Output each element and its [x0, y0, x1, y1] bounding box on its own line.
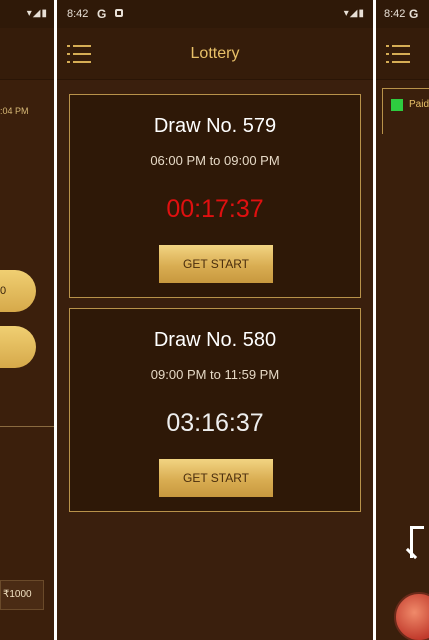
avatar[interactable]: [394, 592, 429, 640]
signal-battery-icons: ▾◢▮: [26, 8, 48, 19]
amount-label[interactable]: ₹1000: [0, 580, 44, 610]
draw-title: Draw No. 579: [153, 115, 277, 137]
countdown-timer: 00:17:37: [166, 195, 264, 223]
app-bar: Lottery: [57, 28, 373, 80]
status-bar: 8:42 G ▾◢▮: [57, 0, 373, 28]
get-start-button[interactable]: GET START: [159, 459, 273, 497]
lottery-screen: 8:42 G ▾◢▮ Lottery Draw No. 579 06:00 PM…: [57, 0, 373, 640]
page-title: Lottery: [190, 45, 240, 62]
status-card: Paid: [382, 88, 429, 134]
draw-card: Draw No. 580 09:00 PM to 11:59 PM 03:16:…: [69, 308, 361, 512]
draw-card: Draw No. 579 06:00 PM to 09:00 PM 00:17:…: [69, 94, 361, 298]
status-time: 8:42: [384, 8, 406, 20]
notification-icon: [115, 9, 123, 17]
google-icon: G: [97, 7, 107, 21]
google-icon: G: [409, 7, 419, 21]
left-screen: ▾◢▮ :04 PM 0 ₹1000: [0, 0, 54, 640]
paid-status-icon: [391, 99, 403, 111]
menu-icon[interactable]: [386, 44, 410, 64]
swap-arrow-icon[interactable]: [405, 522, 429, 566]
right-screen: 8:42 G Paid: [376, 0, 429, 640]
divider: [0, 426, 54, 427]
app-bar: [376, 28, 429, 80]
countdown-timer: 03:16:37: [166, 409, 264, 437]
paid-label: Paid: [409, 99, 429, 110]
draw-time-range: 09:00 PM to 11:59 PM: [150, 367, 280, 382]
time-text: :04 PM: [0, 106, 29, 116]
status-bar: 8:42 G: [376, 0, 429, 28]
app-bar: [0, 28, 54, 80]
option-pill-button-2[interactable]: [0, 326, 36, 368]
get-start-button[interactable]: GET START: [159, 245, 273, 283]
draw-title: Draw No. 580: [153, 329, 277, 351]
option-pill-button[interactable]: 0: [0, 270, 36, 312]
draw-time-range: 06:00 PM to 09:00 PM: [150, 153, 280, 168]
signal-battery-icons: ▾◢▮: [343, 8, 365, 19]
status-time: 8:42: [67, 8, 89, 20]
status-bar: ▾◢▮: [0, 0, 54, 28]
